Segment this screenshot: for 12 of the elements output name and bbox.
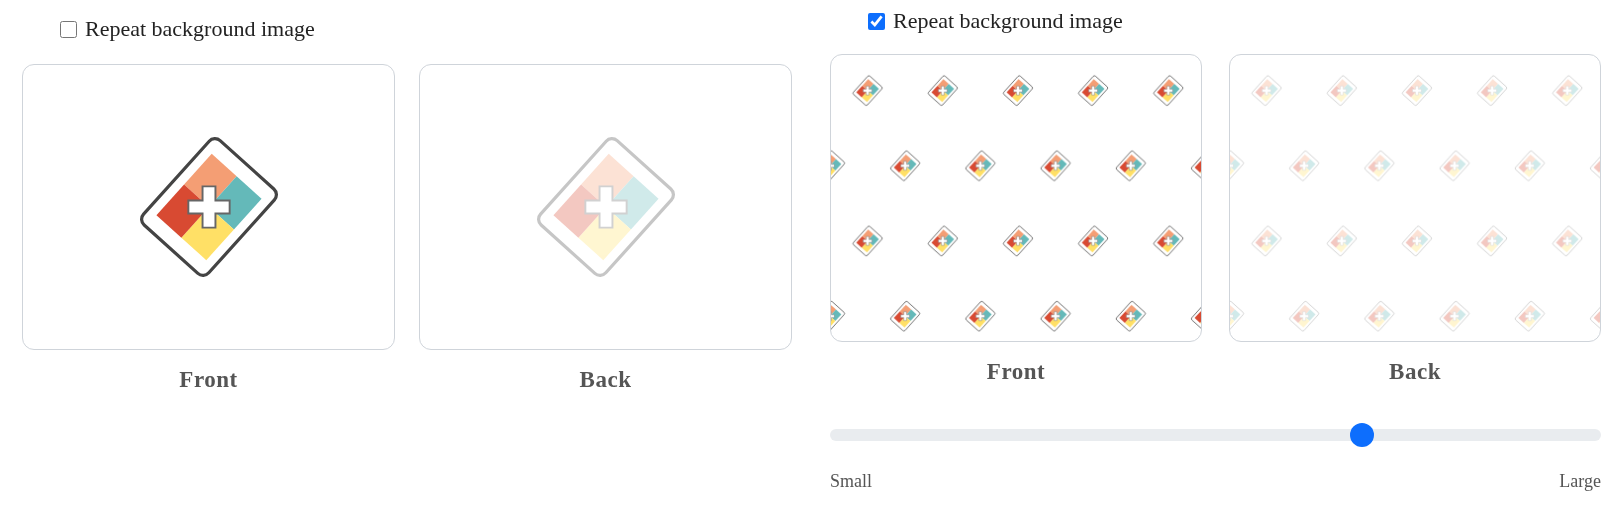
- max-label: Large: [1559, 470, 1601, 493]
- checkbox-label: Repeat background image: [893, 8, 1123, 34]
- size-slider[interactable]: [830, 423, 1601, 447]
- slider-thumb[interactable]: [1350, 423, 1374, 447]
- card-side-label: Front: [986, 358, 1046, 386]
- checkbox-label: Repeat background image: [85, 16, 315, 42]
- min-label: Small: [830, 470, 872, 493]
- card-side-label: Back: [1389, 358, 1441, 386]
- card-side-label: Back: [579, 366, 632, 394]
- repeat-checkbox[interactable]: [868, 12, 885, 30]
- repeat-checkbox[interactable]: [60, 20, 77, 38]
- card-side-label: Front: [179, 366, 238, 394]
